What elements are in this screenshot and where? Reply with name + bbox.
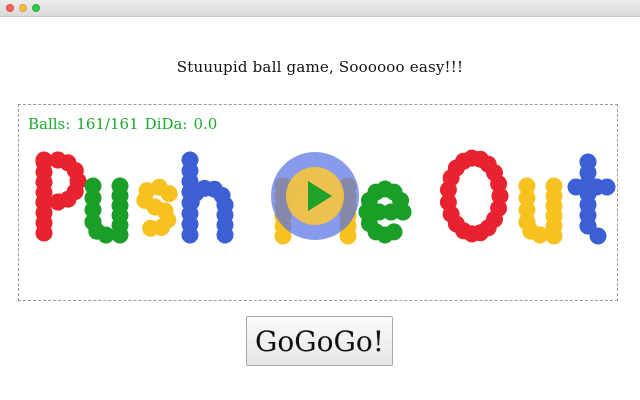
play-icon [308,181,332,211]
balls-label: Balls: [28,115,71,133]
gogogo-button[interactable]: GoGoGo! [246,316,393,366]
stats-readout: Balls: 161/161 DiDa: 0.0 [28,115,223,133]
balls-count: 161/161 [76,115,139,133]
dida-value: 0.0 [193,115,218,133]
dida-label: DiDa: [144,115,188,133]
play-button-inner [286,167,344,225]
play-button[interactable] [271,152,359,240]
